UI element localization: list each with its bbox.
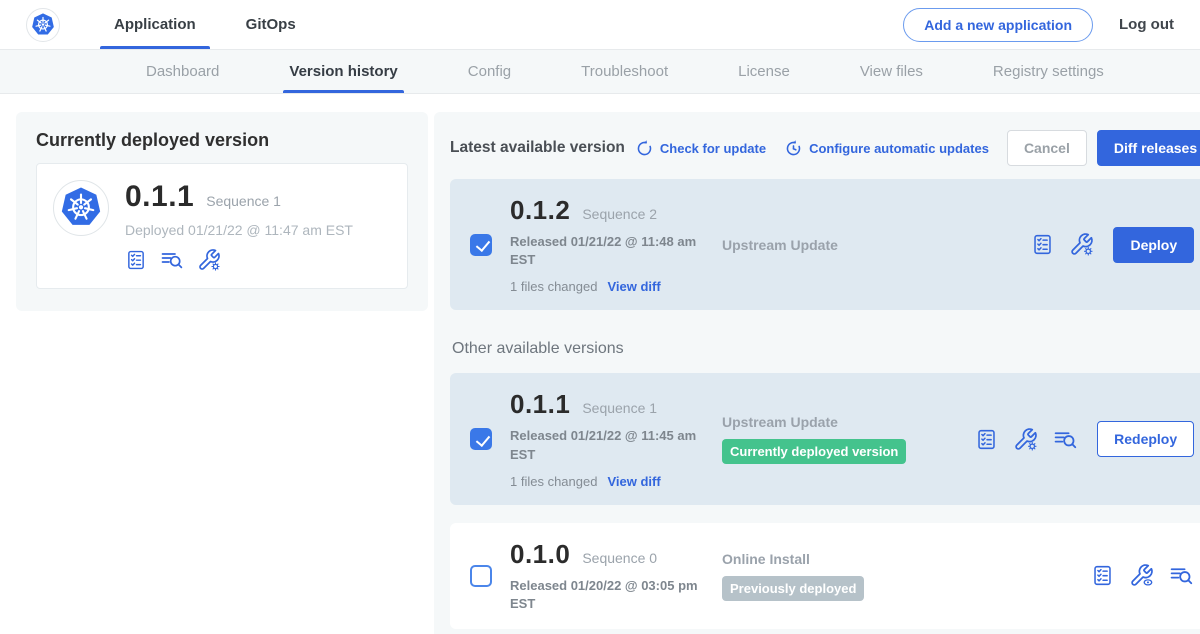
app-sub-nav: Dashboard Version history Config Trouble… <box>0 50 1200 94</box>
edit-config-icon[interactable] <box>1069 232 1094 257</box>
view-diff-link[interactable]: View diff <box>607 279 660 294</box>
preflight-checks-icon[interactable] <box>975 428 998 451</box>
version-number: 0.1.0 <box>510 539 570 570</box>
source-label: Online Install <box>722 551 1091 567</box>
view-diff-link[interactable]: View diff <box>607 474 660 489</box>
sequence-label: Sequence 2 <box>582 206 657 222</box>
cancel-button[interactable]: Cancel <box>1007 130 1087 166</box>
version-source: Online Install Previously deployed <box>722 551 1091 601</box>
currently-deployed-card: Currently deployed version 0.1.1 Sequenc… <box>16 112 428 311</box>
version-history-panel: Latest available version Check for updat… <box>434 112 1200 634</box>
top-nav-tabs: Application GitOps <box>100 0 332 49</box>
kubernetes-app-icon <box>58 185 104 231</box>
latest-version-title: Latest available version <box>450 139 625 157</box>
tab-version-history[interactable]: Version history <box>283 50 403 93</box>
released-timestamp: Released 01/21/22 @ 11:48 am EST <box>510 233 715 269</box>
header-actions: Cancel Diff releases <box>1007 130 1200 166</box>
version-checkbox[interactable] <box>470 234 492 256</box>
app-icon-badge <box>53 180 109 236</box>
tab-troubleshoot[interactable]: Troubleshoot <box>575 50 674 93</box>
top-nav: Application GitOps Add a new application… <box>0 0 1200 50</box>
version-checkbox[interactable] <box>470 565 492 587</box>
previously-deployed-badge: Previously deployed <box>722 576 864 601</box>
version-actions: Deploy <box>1031 227 1194 263</box>
version-actions <box>1091 563 1194 588</box>
tab-gitops[interactable]: GitOps <box>232 0 310 49</box>
files-changed-count: 1 files changed <box>510 474 597 489</box>
sequence-label: Sequence 1 <box>582 400 657 416</box>
edit-config-icon[interactable] <box>197 248 221 272</box>
tab-view-files[interactable]: View files <box>854 50 929 93</box>
version-row-0-1-1: 0.1.1 Sequence 1 Released 01/21/22 @ 11:… <box>450 373 1200 504</box>
tab-application-label: Application <box>114 16 196 33</box>
tab-dashboard[interactable]: Dashboard <box>140 50 225 93</box>
view-config-icon[interactable] <box>1129 563 1154 588</box>
check-for-update-label: Check for update <box>660 141 766 156</box>
version-row-0-1-0: 0.1.0 Sequence 0 Released 01/20/22 @ 03:… <box>450 523 1200 629</box>
view-logs-icon[interactable] <box>1053 427 1078 452</box>
version-row-0-1-2: 0.1.2 Sequence 2 Released 01/21/22 @ 11:… <box>450 179 1200 310</box>
preflight-checks-icon[interactable] <box>1031 233 1054 256</box>
version-source: Upstream Update <box>722 237 1031 253</box>
deployed-version-card: 0.1.1 Sequence 1 Deployed 01/21/22 @ 11:… <box>36 163 408 289</box>
version-number: 0.1.1 <box>510 389 570 420</box>
version-number: 0.1.2 <box>510 195 570 226</box>
edit-config-icon[interactable] <box>1013 427 1038 452</box>
refresh-icon <box>635 139 654 158</box>
version-info: 0.1.0 Sequence 0 Released 01/20/22 @ 03:… <box>510 539 722 613</box>
check-for-update-link[interactable]: Check for update <box>635 139 766 158</box>
tab-application[interactable]: Application <box>100 0 210 49</box>
view-logs-icon[interactable] <box>1169 563 1194 588</box>
sequence-label: Sequence 0 <box>582 550 657 566</box>
version-checkbox[interactable] <box>470 428 492 450</box>
diff-releases-button[interactable]: Diff releases <box>1097 130 1200 166</box>
files-changed-line: 1 files changed View diff <box>510 474 722 489</box>
preflight-checks-icon[interactable] <box>1091 564 1114 587</box>
released-timestamp: Released 01/21/22 @ 11:45 am EST <box>510 427 715 463</box>
other-versions-title: Other available versions <box>452 340 1200 358</box>
logout-link[interactable]: Log out <box>1119 16 1174 33</box>
deployed-timestamp: Deployed 01/21/22 @ 11:47 am EST <box>125 222 353 238</box>
files-changed-line: 1 files changed View diff <box>510 279 722 294</box>
deployed-version-number: 0.1.1 <box>125 180 194 214</box>
tab-gitops-label: GitOps <box>246 16 296 33</box>
source-label: Upstream Update <box>722 237 1031 253</box>
view-logs-icon[interactable] <box>160 248 184 272</box>
source-label: Upstream Update <box>722 414 975 430</box>
deployed-sequence-label: Sequence 1 <box>206 193 281 209</box>
redeploy-button[interactable]: Redeploy <box>1097 421 1194 457</box>
add-new-application-button[interactable]: Add a new application <box>903 8 1093 42</box>
top-nav-right: Add a new application Log out <box>903 0 1174 49</box>
files-changed-count: 1 files changed <box>510 279 597 294</box>
currently-deployed-badge: Currently deployed version <box>722 439 906 464</box>
tab-config[interactable]: Config <box>462 50 517 93</box>
version-info: 0.1.1 Sequence 1 Released 01/21/22 @ 11:… <box>510 389 722 488</box>
preflight-checks-icon[interactable] <box>125 249 147 271</box>
kots-admin-console: Application GitOps Add a new application… <box>0 0 1200 634</box>
deployed-card-title: Currently deployed version <box>36 130 408 151</box>
schedule-update-icon <box>784 139 803 158</box>
kubernetes-logo-icon <box>30 12 56 38</box>
configure-automatic-updates-label: Configure automatic updates <box>809 141 989 156</box>
tab-license[interactable]: License <box>732 50 796 93</box>
released-timestamp: Released 01/20/22 @ 03:05 pm EST <box>510 577 715 613</box>
kubernetes-logo[interactable] <box>26 8 60 42</box>
latest-version-header: Latest available version Check for updat… <box>450 130 1200 166</box>
version-info: 0.1.2 Sequence 2 Released 01/21/22 @ 11:… <box>510 195 722 294</box>
deploy-button[interactable]: Deploy <box>1113 227 1194 263</box>
deployed-version-info: 0.1.1 Sequence 1 Deployed 01/21/22 @ 11:… <box>125 180 353 272</box>
version-actions: Redeploy <box>975 421 1194 457</box>
main-content: Currently deployed version 0.1.1 Sequenc… <box>0 94 1200 634</box>
version-source: Upstream Update Currently deployed versi… <box>722 414 975 464</box>
tab-registry-settings[interactable]: Registry settings <box>987 50 1110 93</box>
configure-automatic-updates-link[interactable]: Configure automatic updates <box>784 139 989 158</box>
